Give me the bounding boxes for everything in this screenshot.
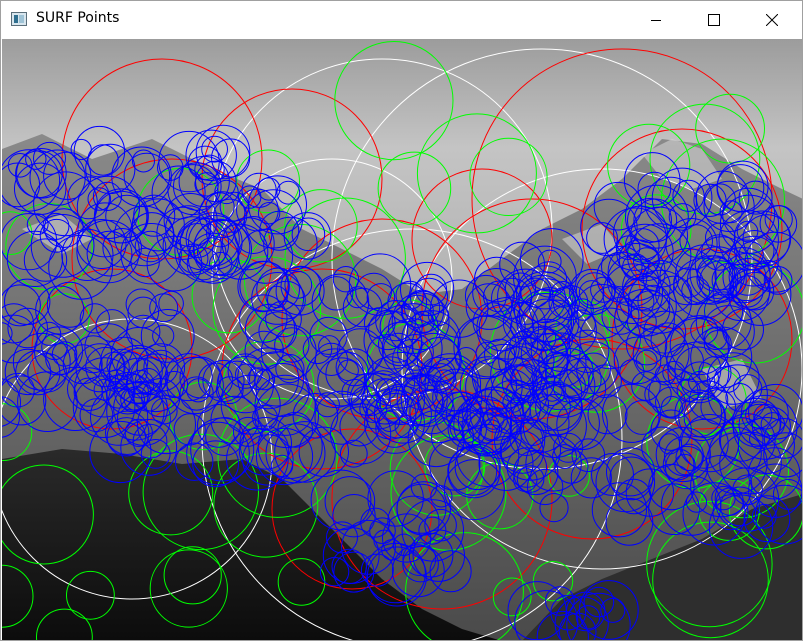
window-title: SURF Points: [36, 10, 120, 26]
app-icon: [11, 12, 27, 26]
app-window: SURF Points: [0, 0, 803, 641]
minimize-button[interactable]: [633, 1, 679, 39]
close-button[interactable]: [749, 1, 795, 39]
maximize-button[interactable]: [691, 1, 737, 39]
title-bar[interactable]: SURF Points: [1, 1, 802, 39]
image-canvas[interactable]: [2, 39, 802, 640]
maximize-icon: [708, 14, 720, 26]
minimize-icon: [651, 20, 661, 21]
close-icon: [766, 14, 778, 26]
surf-keypoints-image: [2, 39, 802, 640]
